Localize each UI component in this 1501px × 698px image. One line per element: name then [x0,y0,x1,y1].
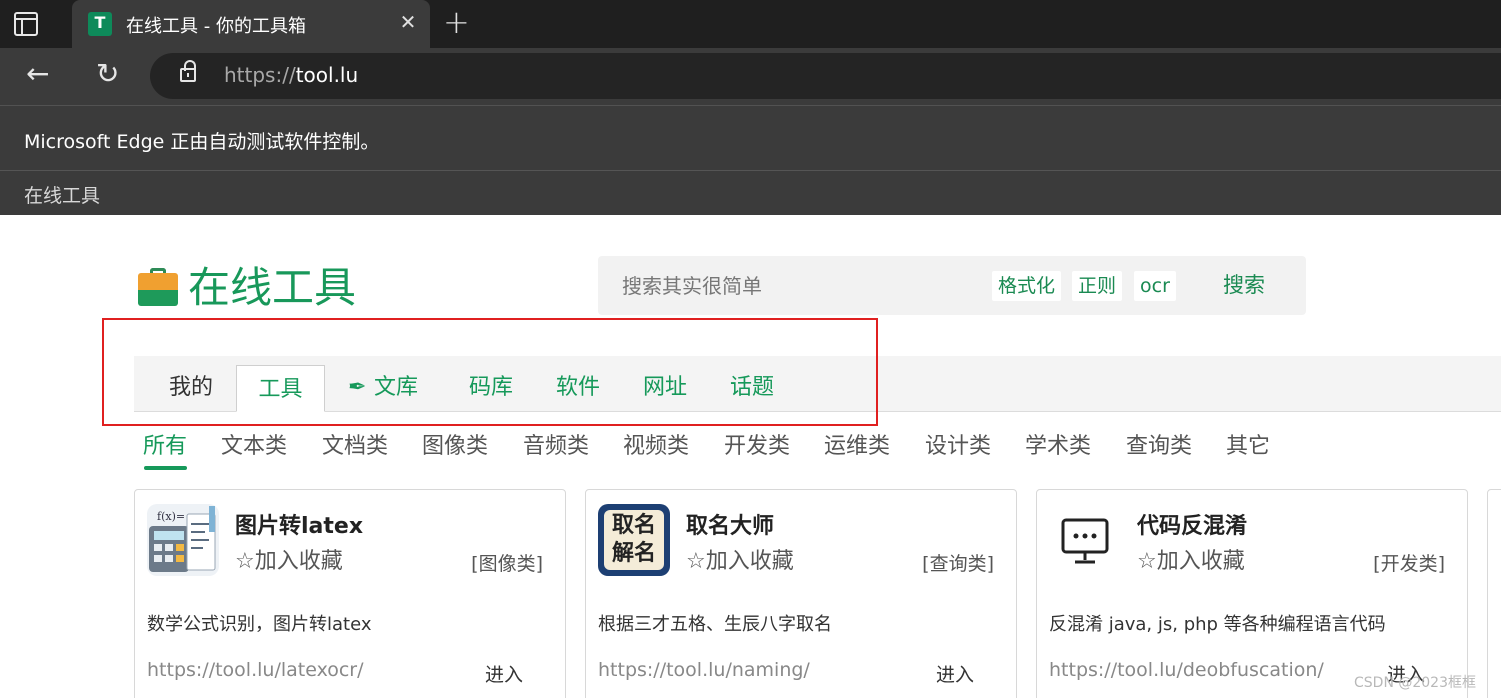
category-image[interactable]: 图像类 [422,432,488,462]
browser-toolbar: ← ↻ https://tool.lu [0,48,1501,105]
category-docs[interactable]: 文档类 [322,432,388,462]
site-favicon-icon: T [88,12,112,36]
category-text[interactable]: 文本类 [221,432,287,462]
naming-icon: 取名解名 [598,504,670,576]
card-description: 反混淆 java, js, php 等各种编程语言代码 [1049,614,1386,635]
card-url: https://tool.lu/deobfuscation/ [1049,659,1324,681]
category-query[interactable]: 查询类 [1126,432,1192,462]
favorites-item[interactable]: 在线工具 [24,181,100,208]
tab-title: 在线工具 - 你的工具箱 [126,16,306,37]
card-url: https://tool.lu/latexocr/ [147,659,364,681]
category-academic[interactable]: 学术类 [1025,432,1091,462]
category-other[interactable]: 其它 [1226,432,1270,462]
add-favorite-label: 加入收藏 [1156,549,1245,574]
card-enter-link[interactable]: 进入 [936,660,974,687]
watermark: CSDN @2023框框 [1354,675,1476,691]
category-audio[interactable]: 音频类 [523,432,589,462]
search-chip-regex[interactable]: 正则 [1072,271,1123,301]
browser-tab-bar: T 在线工具 - 你的工具箱 ✕ + [0,0,1501,48]
card-description: 数学公式识别，图片转latex [147,614,372,635]
search-chip-ocr[interactable]: ocr [1134,271,1176,301]
search-box: 格式化 正则 ocr 搜索 [598,256,1306,315]
search-chip-format[interactable]: 格式化 [992,271,1062,301]
terminal-icon [1049,504,1121,576]
toolbox-logo-icon[interactable] [138,268,178,306]
search-input[interactable] [598,256,978,315]
card-enter-link[interactable]: 进入 [485,660,523,687]
tool-card-deobfuscation[interactable]: 代码反混淆 ☆加入收藏 [开发类] 反混淆 java, js, php 等各种编… [1036,489,1468,698]
category-design[interactable]: 设计类 [925,432,991,462]
add-favorite-label: 加入收藏 [254,549,343,574]
category-ops[interactable]: 运维类 [824,432,890,462]
search-button[interactable]: 搜索 [1192,260,1296,311]
url-text[interactable]: https://tool.lu [224,63,358,87]
tab-actions-icon[interactable] [14,12,38,36]
card-title[interactable]: 取名大师 [686,508,774,540]
svg-text:f(x)=: f(x)= [157,510,185,523]
active-category-underline [144,466,187,470]
add-favorite-button[interactable]: ☆加入收藏 [235,548,343,576]
lock-icon[interactable] [180,60,196,82]
plus-icon[interactable]: + [443,6,470,38]
infobar-text: Microsoft Edge 正由自动测试软件控制。 [24,131,380,153]
star-icon: ☆ [235,549,255,574]
card-category[interactable]: [开发类] [1373,549,1445,576]
active-tab[interactable]: T 在线工具 - 你的工具箱 ✕ [72,0,430,48]
favorites-bar: 在线工具 [0,170,1501,215]
tool-card-partial[interactable] [1487,489,1501,698]
back-arrow-icon[interactable]: ← [26,58,49,90]
card-url: https://tool.lu/naming/ [598,659,810,681]
card-category[interactable]: [图像类] [471,549,543,576]
card-description: 根据三才五格、生辰八字取名 [598,614,832,635]
star-icon: ☆ [1137,549,1157,574]
naming-icon-glyphs: 取名解名 [604,510,664,570]
card-title[interactable]: 图片转latex [235,508,363,540]
tool-card-naming[interactable]: 取名解名 取名大师 ☆加入收藏 [查询类] 根据三才五格、生辰八字取名 http… [585,489,1017,698]
category-video[interactable]: 视频类 [623,432,689,462]
star-icon: ☆ [686,549,706,574]
tool-card-latex[interactable]: f(x)= 图片转latex ☆加入收藏 [图像类] 数学公式识别，图片转lat… [134,489,566,698]
reload-icon[interactable]: ↻ [96,58,119,90]
close-icon[interactable]: ✕ [396,10,420,36]
site-logo-text[interactable]: 在线工具 [188,262,356,314]
address-bar[interactable]: https://tool.lu [150,53,1501,99]
calculator-icon: f(x)= [147,504,219,576]
category-dev[interactable]: 开发类 [724,432,790,462]
add-favorite-button[interactable]: ☆加入收藏 [1137,548,1245,576]
category-all[interactable]: 所有 [143,432,187,462]
card-title[interactable]: 代码反混淆 [1137,508,1247,540]
card-category[interactable]: [查询类] [922,549,994,576]
annotation-highlight-box [102,318,878,426]
add-favorite-button[interactable]: ☆加入收藏 [686,548,794,576]
add-favorite-label: 加入收藏 [705,549,794,574]
automation-infobar: Microsoft Edge 正由自动测试软件控制。 [0,105,1501,170]
